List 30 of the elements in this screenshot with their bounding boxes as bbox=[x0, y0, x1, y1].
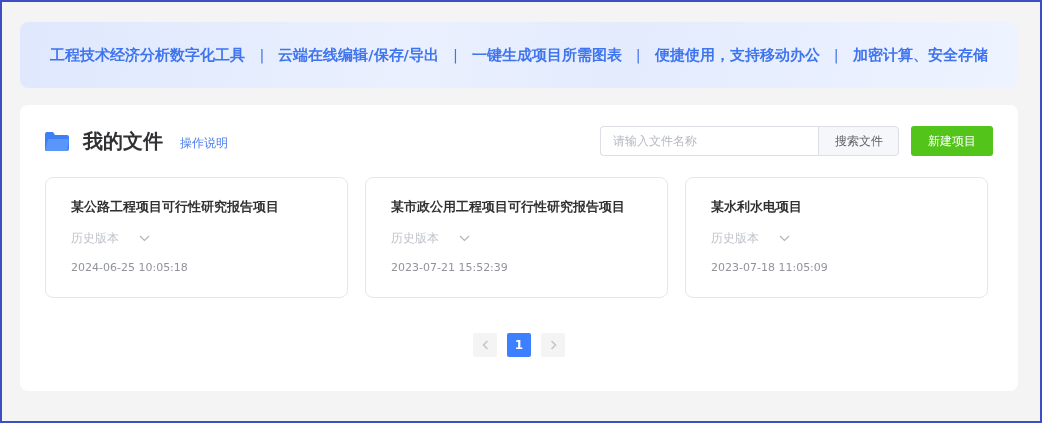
new-project-button[interactable]: 新建项目 bbox=[911, 126, 993, 156]
feature-text: 加密计算、安全存储 bbox=[852, 45, 988, 65]
file-card[interactable]: 某水利水电项目 历史版本 2023-07-18 11:05:09 bbox=[685, 177, 988, 298]
chevron-down-icon[interactable] bbox=[779, 235, 790, 242]
file-name: 某公路工程项目可行性研究报告项目 bbox=[71, 199, 280, 216]
feature-text: 云端在线编辑/保存/导出 bbox=[278, 45, 439, 65]
file-name: 某市政公用工程项目可行性研究报告项目 bbox=[391, 199, 626, 216]
file-name: 某水利水电项目 bbox=[711, 199, 803, 216]
chevron-down-icon[interactable] bbox=[459, 235, 470, 242]
feature-text: 工程技术经济分析数字化工具 bbox=[50, 45, 246, 65]
chevron-down-icon[interactable] bbox=[139, 235, 150, 242]
separator: | bbox=[259, 47, 265, 63]
modified-time: 2024-06-25 10:05:18 bbox=[71, 261, 189, 274]
separator: | bbox=[833, 47, 839, 63]
search-button[interactable]: 搜索文件 bbox=[818, 126, 899, 156]
chevron-right-icon bbox=[549, 340, 557, 350]
separator: | bbox=[635, 47, 641, 63]
file-card[interactable]: 某公路工程项目可行性研究报告项目 历史版本 2024-06-25 10:05:18 bbox=[45, 177, 348, 298]
feature-text: 便捷使用，支持移动办公 bbox=[654, 45, 820, 65]
folder-icon bbox=[45, 131, 69, 151]
modified-time: 2023-07-21 15:52:39 bbox=[391, 261, 509, 274]
page-number-button[interactable]: 1 bbox=[507, 333, 531, 357]
file-card[interactable]: 某市政公用工程项目可行性研究报告项目 历史版本 2023-07-21 15:52:39 bbox=[365, 177, 668, 298]
chevron-left-icon bbox=[481, 340, 489, 350]
help-link[interactable]: 操作说明 bbox=[180, 135, 228, 151]
page-title: 我的文件 bbox=[83, 127, 163, 155]
search-field[interactable]: 请输入文件名称 bbox=[600, 126, 818, 156]
modified-time: 2023-07-18 11:05:09 bbox=[711, 261, 829, 274]
separator: | bbox=[452, 47, 458, 63]
feature-text: 一键生成项目所需图表 bbox=[471, 45, 622, 65]
